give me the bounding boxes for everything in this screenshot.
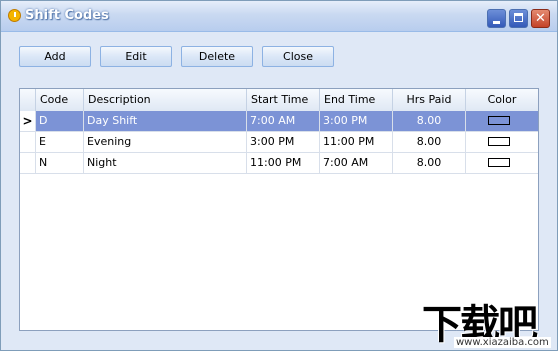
column-header-color[interactable]: Color (466, 89, 538, 111)
cell-end-time[interactable]: 11:00 PM (320, 132, 393, 153)
site-watermark: 下载吧 www.xiazaiba.com (420, 292, 556, 350)
row-header-cell (20, 153, 36, 174)
grid-header: Code Description Start Time End Time Hrs… (20, 89, 538, 112)
clock-icon (8, 9, 21, 22)
cell-hrs-paid[interactable]: 8.00 (393, 111, 466, 132)
cell-end-time[interactable]: 7:00 AM (320, 153, 393, 174)
close-button[interactable]: Close (262, 46, 334, 67)
edit-button[interactable]: Edit (100, 46, 172, 67)
row-header-cell (20, 132, 36, 153)
cell-start-time[interactable]: 11:00 PM (247, 153, 320, 174)
column-header-description[interactable]: Description (84, 89, 247, 111)
cell-color[interactable] (466, 132, 538, 153)
color-swatch (488, 116, 510, 125)
cell-code[interactable]: D (36, 111, 84, 132)
cell-color[interactable] (466, 111, 538, 132)
column-header-code[interactable]: Code (36, 89, 84, 111)
maximize-button[interactable] (509, 9, 528, 28)
row-pointer-icon: > (20, 111, 36, 132)
cell-description[interactable]: Day Shift (84, 111, 247, 132)
cell-end-time[interactable]: 3:00 PM (320, 111, 393, 132)
cell-color[interactable] (466, 153, 538, 174)
minimize-icon (493, 21, 500, 24)
table-row[interactable]: N Night 11:00 PM 7:00 AM 8.00 (20, 153, 538, 174)
column-header-start-time[interactable]: Start Time (247, 89, 320, 111)
close-window-button[interactable]: ✕ (531, 9, 550, 28)
add-button[interactable]: Add (19, 46, 91, 67)
watermark-url: www.xiazaiba.com (454, 337, 551, 348)
table-row[interactable]: > D Day Shift 7:00 AM 3:00 PM 8.00 (20, 111, 538, 132)
column-header-end-time[interactable]: End Time (320, 89, 393, 111)
cell-start-time[interactable]: 3:00 PM (247, 132, 320, 153)
color-swatch (488, 158, 510, 167)
table-row[interactable]: E Evening 3:00 PM 11:00 PM 8.00 (20, 132, 538, 153)
cell-description[interactable]: Night (84, 153, 247, 174)
column-header-hrs-paid[interactable]: Hrs Paid (393, 89, 466, 111)
maximize-icon (514, 13, 523, 22)
cell-hrs-paid[interactable]: 8.00 (393, 153, 466, 174)
delete-button[interactable]: Delete (181, 46, 253, 67)
cell-code[interactable]: E (36, 132, 84, 153)
cell-start-time[interactable]: 7:00 AM (247, 111, 320, 132)
minimize-button[interactable] (487, 9, 506, 28)
row-header-corner (20, 89, 36, 111)
title-bar[interactable]: Shift Codes ✕ (1, 1, 557, 32)
color-swatch (488, 137, 510, 146)
cell-hrs-paid[interactable]: 8.00 (393, 132, 466, 153)
close-icon: ✕ (535, 11, 546, 26)
cell-description[interactable]: Evening (84, 132, 247, 153)
window-title: Shift Codes (25, 8, 109, 23)
cell-code[interactable]: N (36, 153, 84, 174)
